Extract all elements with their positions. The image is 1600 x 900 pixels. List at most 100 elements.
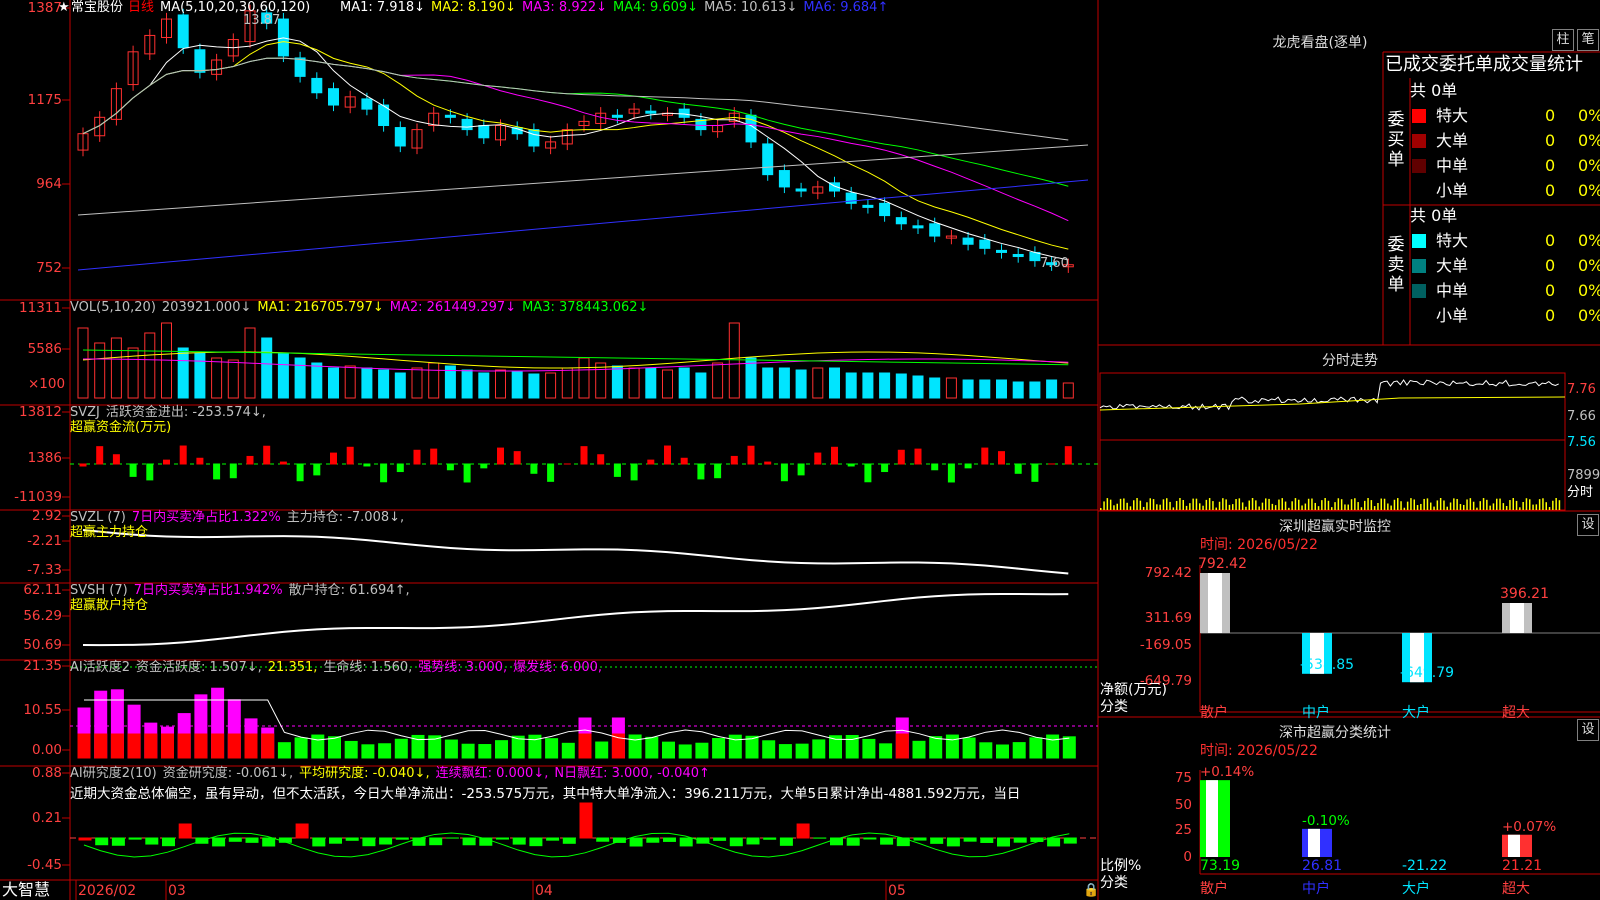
candle xyxy=(963,238,973,244)
ai-active-bar xyxy=(345,741,357,758)
sz-class-category: 大户 xyxy=(1402,881,1430,897)
svzj-bar xyxy=(464,464,470,482)
ai-research-bar xyxy=(263,838,275,846)
intraday-vol-bar xyxy=(1150,498,1152,510)
ai-active-bar xyxy=(696,743,708,758)
lhb-cell: 特大 xyxy=(1436,105,1468,127)
ai-research-header-item: 连续飘红: 0.000↓, xyxy=(436,766,549,782)
candle xyxy=(880,203,890,215)
ma-values-item: MA3: 8.922↓ xyxy=(522,0,607,16)
volume-bar xyxy=(1047,380,1057,398)
intraday-vol-bar xyxy=(1295,498,1297,510)
sz-class-settings-button[interactable]: 设 xyxy=(1577,719,1599,741)
sz-class-xlabel: 分类 xyxy=(1100,875,1128,891)
ai-active-bar xyxy=(713,739,725,758)
svzj-bar xyxy=(514,452,520,464)
ai-active-bar-base xyxy=(896,734,908,758)
intraday-vol-bar xyxy=(1546,502,1548,510)
lhb-cell: 0 xyxy=(1545,305,1555,327)
ai-active-bar xyxy=(997,745,1009,758)
legend-swatch xyxy=(1412,234,1426,248)
sz-class-category: 散户 xyxy=(1200,881,1228,897)
intraday-axis-label: 7.66 xyxy=(1567,409,1596,425)
svzl-sub: 超赢主力持仓 xyxy=(70,525,148,541)
column-view-button[interactable]: 柱 xyxy=(1552,29,1574,51)
ma-line xyxy=(83,58,1068,221)
svzl-header: SVZL (7) 7日内买卖净占比1.322% 主力持仓: -7.008↓, xyxy=(70,510,410,526)
intraday-vol-bar xyxy=(1404,508,1406,510)
candle xyxy=(646,111,656,113)
legend-swatch xyxy=(1412,109,1426,123)
intraday-vol-bar xyxy=(1298,500,1300,510)
intraday-vol-bar xyxy=(1189,503,1191,510)
svzj-bar xyxy=(297,464,303,481)
ai-active-header-item: 强势线: 3.000, xyxy=(418,660,507,676)
intraday-vol-bar xyxy=(1400,501,1402,510)
ma-header: MA(5,10,20,30,60,120) xyxy=(160,0,310,16)
ai-research-bar xyxy=(931,838,943,843)
ai-active-bar xyxy=(445,740,457,758)
ai-active-bar-base xyxy=(111,734,123,758)
intraday-vol-bar xyxy=(1199,503,1201,510)
volume-bar xyxy=(395,373,405,398)
ai-research-bar xyxy=(680,838,692,846)
ai-research-bar xyxy=(296,824,308,838)
intraday-vol-bar xyxy=(1407,502,1409,510)
ai-research-bar xyxy=(580,803,592,838)
legend-swatch xyxy=(1412,134,1426,148)
volume-bar xyxy=(763,368,773,398)
volume-bar xyxy=(145,333,155,398)
candle xyxy=(462,119,472,129)
intraday-vol-bar xyxy=(1522,502,1524,510)
ai-research-header-item: 资金研究度: -0.061↓, xyxy=(163,766,293,782)
ai-research-bar xyxy=(630,838,642,846)
sz-class-value-label: 73.19 xyxy=(1200,858,1240,874)
volume-bar xyxy=(846,373,856,398)
sz-class-value-label: -21.22 xyxy=(1402,858,1447,874)
intraday-vol-bar xyxy=(1357,502,1359,510)
ai-active-bar xyxy=(278,743,290,758)
sell-total: 共 0单 xyxy=(1410,205,1457,227)
intraday-vol-bar xyxy=(1555,498,1557,510)
lhb-cell: 特大 xyxy=(1436,230,1468,252)
intraday-vol-bar xyxy=(1463,505,1465,510)
intraday-vol-bar xyxy=(1123,498,1125,510)
tick-view-button[interactable]: 笔 xyxy=(1577,29,1599,51)
main-chart-canvas[interactable] xyxy=(0,0,1600,900)
intraday-vol-bar xyxy=(1252,498,1254,510)
ma-values-item: MA1: 7.918↓ xyxy=(340,0,425,16)
ai-active-bar xyxy=(562,743,574,758)
intraday-vol-bar xyxy=(1113,505,1115,510)
intraday-vol-bar xyxy=(1275,505,1277,510)
intraday-vol-bar xyxy=(1552,501,1554,510)
intraday-vol-bar xyxy=(1291,501,1293,510)
ai-research-bar xyxy=(1014,838,1026,842)
intraday-vol-bar xyxy=(1268,499,1270,510)
ai-research-bar xyxy=(714,838,726,840)
ai-active-bar xyxy=(462,744,474,758)
intraday-vol-bar xyxy=(1506,506,1508,510)
volume-bar xyxy=(111,338,121,398)
sz-monitor-settings-button[interactable]: 设 xyxy=(1577,514,1599,536)
volume-bar xyxy=(228,360,238,398)
volume-bar xyxy=(329,368,339,398)
intraday-vol-bar xyxy=(1219,502,1221,510)
intraday-vol-bar xyxy=(1466,499,1468,510)
period-label[interactable]: 日线 xyxy=(128,0,154,16)
intraday-vol-bar xyxy=(1285,502,1287,510)
axis-tick-label: 56.29 xyxy=(2,608,62,624)
svzj-bar xyxy=(898,450,904,464)
candle xyxy=(930,224,940,236)
volume-bar xyxy=(663,370,673,398)
ai-active-bar-base xyxy=(245,734,257,758)
sz-monitor-bar-highlight xyxy=(1208,573,1222,633)
volume-bar xyxy=(779,368,789,398)
candle xyxy=(295,58,305,76)
ma-values-item: MA6: 9.684↑ xyxy=(803,0,888,16)
ai-research-bar xyxy=(1048,838,1060,846)
axis-tick-label: -7.33 xyxy=(2,562,62,578)
lock-icon[interactable]: 🔒 xyxy=(1083,883,1099,899)
sz-class-bar-highlight xyxy=(1308,829,1320,857)
svzj-bar xyxy=(748,446,754,464)
sz-class-axis-label: 50 xyxy=(1132,797,1192,813)
